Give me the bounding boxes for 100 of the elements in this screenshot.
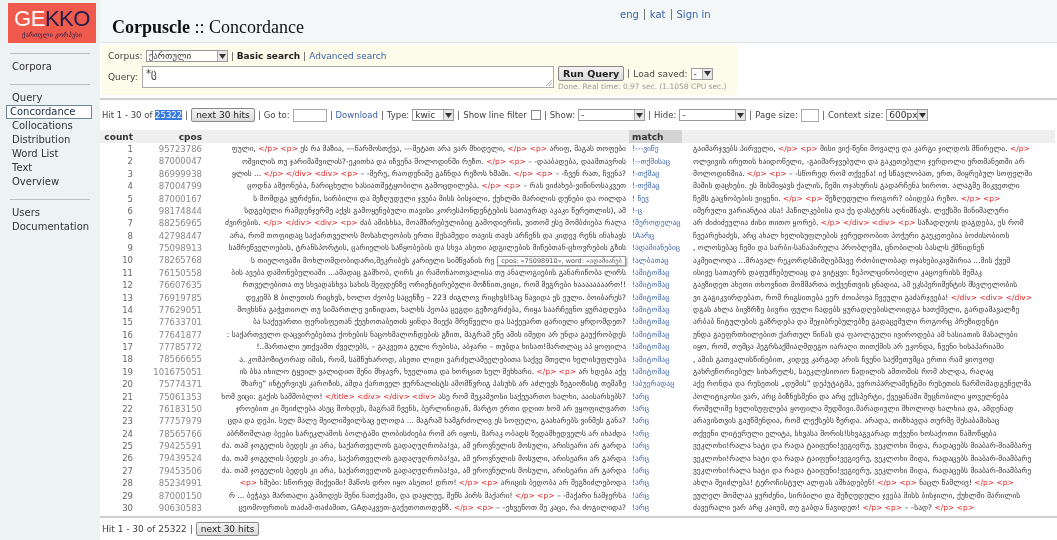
download-link[interactable]: Download [335,110,378,120]
row-count: 15 [121,316,134,329]
load-saved-dropdown[interactable]: - [690,67,713,80]
cpos-cell-text: 101675051 [152,365,203,379]
advanced-search-link[interactable]: Advanced search [309,51,387,61]
line-filter-checkbox[interactable] [530,110,541,120]
sidebar-item[interactable]: Documentation [8,220,92,234]
cpos-cell-text: 78565766 [157,427,203,440]
caret-icon [917,110,928,120]
cpos-cell-text: 87000167 [157,192,203,205]
row-count: 11 [121,266,134,280]
cpos-cell-text: 42798447 [157,229,203,242]
cpos-cell-text: 85234991 [157,477,203,490]
row-count: 29 [121,489,134,502]
cpos-cell-text: 79425591 [157,440,203,453]
next-hits-button[interactable]: next 30 hits [191,108,255,122]
query-field[interactable]: *ც [142,66,554,88]
goto-label: Go to: [263,110,290,120]
row-count: 9 [126,242,134,255]
cpos-cell-text: 77757979 [157,415,203,428]
row-count: 20 [121,378,134,391]
row-count: 10 [121,254,134,267]
column-header: cpos [136,130,205,143]
cpos-cell-text: 75774371 [157,378,203,391]
row-count: 28 [121,477,134,490]
row-count: 14 [121,303,134,317]
hit-count: Hit 1 - 30 of 25322 [102,524,187,535]
caret-icon [443,110,454,120]
sidebar-item[interactable]: Corpora [8,60,92,74]
cpos-cell-text: 87000047 [157,155,203,168]
cpos-cell-text: 77785772 [157,341,203,354]
sidebar-item[interactable]: Concordance [6,105,92,119]
cpos-cell: 95723786 [136,143,205,156]
cpos-cell-text: 86999938 [157,167,203,181]
row-count: 19 [121,365,134,379]
column-header: count [100,130,136,143]
caret-icon [216,51,227,61]
sidebar-item[interactable]: Text [8,161,92,175]
cpos-cell-text: 78566655 [157,353,203,366]
type-label: Type: [386,110,410,120]
column-header: match [629,130,682,143]
line-filter-label: Show line filter [463,110,527,120]
header-link[interactable]: Sign in [670,9,711,20]
run-query-button[interactable]: Run Query [558,66,625,81]
cpos-cell-text: 75098913 [157,242,203,255]
next-hits-button[interactable]: next 30 hits [195,522,260,537]
context-size-dropdown[interactable]: 600px [886,109,929,121]
hide-dropdown[interactable]: - [679,109,747,121]
cpos-cell-text: 78265768 [157,254,203,267]
cpos-cell-text: 79439524 [157,452,203,465]
cpos-cell-text: 76607635 [157,279,203,292]
header-link[interactable]: kat [643,9,666,20]
cpos-cell-text: 79453506 [157,464,203,478]
cpos-cell-text: 77633701 [157,316,203,329]
row-count: 27 [121,464,134,478]
resize-grip-icon [546,80,552,86]
row-count: 16 [121,328,134,341]
row-count: 3 [126,167,134,181]
caret-icon [701,68,712,79]
cpos-cell-text: 77629051 [157,303,203,317]
cpos-cell-text: 76150558 [157,266,203,280]
page-title: Corpuscle :: Concordance [112,17,304,38]
row-count: 4 [126,180,134,193]
corpus-dropdown[interactable]: ქართული [145,50,228,62]
row-count: 5 [126,192,134,205]
row-count: 2 [126,155,134,168]
cpos-cell-text: 76919785 [157,291,203,304]
cpos-cell-text: 87000150 [157,489,203,502]
page-size-label: Page size: [755,110,798,120]
page-size-field[interactable] [800,108,819,122]
sidebar-item[interactable]: Distribution [8,133,92,147]
row-count: 8 [126,229,134,242]
header-link[interactable]: eng [620,9,639,20]
cpos-cell-text: 76183150 [157,402,203,416]
row-count: 17 [121,341,134,354]
row-count: 26 [121,452,134,465]
show-dropdown[interactable]: - [578,109,646,121]
query-label: Query: [108,72,138,82]
caret-icon [735,110,746,120]
row-count: 18 [121,353,134,366]
sidebar-item[interactable]: Query [8,91,92,105]
type-dropdown[interactable]: kwic [412,109,455,121]
row-count: 30 [121,501,134,515]
row-count: 13 [121,291,134,304]
logo-wordmark: GEKKO [14,7,90,30]
goto-field[interactable] [292,108,327,122]
cpos-cell-text: 77641877 [157,328,203,341]
sidebar-item[interactable]: Collocations [8,119,92,133]
sidebar-item[interactable]: Overview [8,175,92,189]
caret-icon [634,110,645,120]
row-count: 7 [126,217,134,230]
sidebar-item[interactable]: Users [8,206,92,220]
basic-search-link[interactable]: Basic search [236,51,301,61]
row-count: 24 [121,427,134,440]
sidebar-item[interactable]: Word List [8,147,92,161]
hit-count: Hit 1 - 30 of 25322 [102,110,183,120]
show-label: Show: [549,110,576,120]
row-count: 12 [121,279,134,292]
cpos-cell-text: 75061353 [157,390,203,403]
cpos-cell-text: 87004799 [157,180,203,193]
